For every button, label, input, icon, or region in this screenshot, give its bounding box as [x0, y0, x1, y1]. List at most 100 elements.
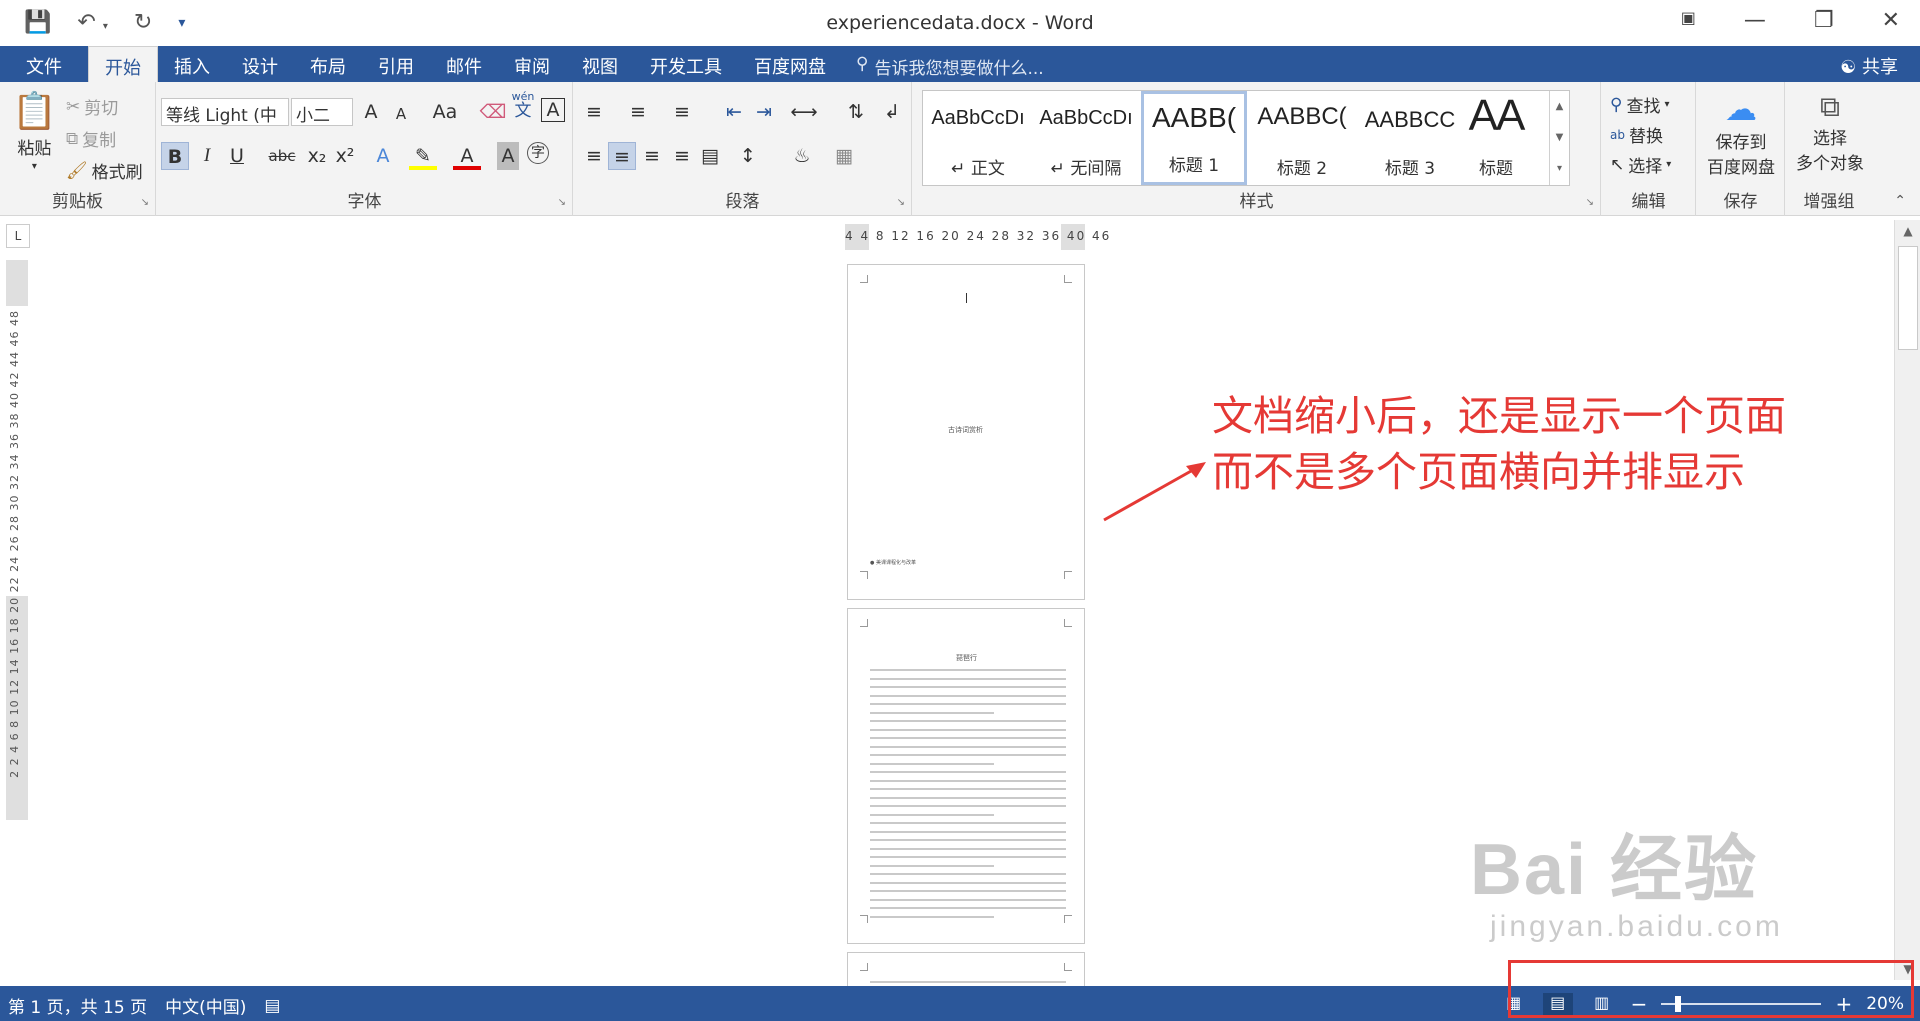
select-objects-icon: ⧉ — [1820, 90, 1840, 123]
save-to-baidu-button[interactable]: ☁ 保存到 百度网盘 — [1701, 90, 1781, 178]
tell-me-box[interactable]: ⚲ 告诉我您想要做什么... — [842, 46, 1052, 82]
annotation-text: 文档缩小后，还是显示一个页面 而不是多个页面横向并排显示 — [1212, 388, 1786, 500]
phonetic-guide-button[interactable]: wén 文 — [509, 90, 537, 120]
tab-layout[interactable]: 布局 — [294, 46, 362, 82]
scrollbar-thumb[interactable] — [1898, 246, 1918, 350]
document-page-2[interactable]: 琵琶行 — [847, 608, 1085, 944]
font-size-select[interactable]: 小二 — [291, 98, 353, 126]
font-group: 等线 Light (中 小二 A A Aa ⌫ wén 文 A B I U ab… — [157, 82, 573, 216]
crop-mark — [1064, 571, 1072, 579]
replace-button[interactable]: ab 替换 — [1610, 122, 1663, 147]
tab-baidu-netdisk[interactable]: 百度网盘 — [738, 46, 842, 82]
line-spacing-button[interactable]: ↕ — [734, 142, 762, 170]
tab-file[interactable]: 文件 — [0, 46, 88, 82]
bullets-button[interactable]: ≡ — [580, 98, 608, 126]
align-right-button[interactable]: ≡ — [638, 142, 666, 170]
close-icon[interactable]: ✕ — [1882, 8, 1900, 33]
tab-home[interactable]: 开始 — [88, 46, 158, 82]
share-button[interactable]: ☯ 共享 — [1840, 53, 1898, 79]
copy-button[interactable]: ⧉ 复制 — [66, 126, 116, 152]
tab-review[interactable]: 审阅 — [498, 46, 566, 82]
show-marks-button[interactable]: ↲ — [878, 98, 906, 126]
shading-button[interactable]: ♨ — [788, 142, 816, 170]
horizontal-ruler[interactable]: 4 4 8 12 16 20 24 28 32 36 40 46 — [845, 224, 1109, 250]
format-painter-button[interactable]: 🖌 格式刷 — [66, 158, 143, 184]
style-heading-1[interactable]: AABB( 标题 1 — [1141, 91, 1247, 185]
scroll-up-icon[interactable]: ▲ — [1895, 224, 1920, 238]
borders-button[interactable]: ▦ — [830, 142, 858, 170]
paragraph-dialog-launcher-icon[interactable]: ↘ — [897, 197, 905, 208]
decrease-indent-button[interactable]: ⇤ — [720, 98, 748, 126]
style-heading-2[interactable]: AABBC( 标题 2 — [1249, 91, 1355, 185]
select-button[interactable]: ↖ 选择 ▾ — [1610, 152, 1671, 178]
numbering-button[interactable]: ≡ — [624, 98, 652, 126]
font-dialog-launcher-icon[interactable]: ↘ — [558, 197, 566, 208]
collapse-ribbon-icon[interactable]: ⌃ — [1894, 193, 1906, 209]
font-color-button[interactable]: A — [453, 142, 481, 170]
tab-stop-selector[interactable]: L — [6, 224, 30, 248]
find-button[interactable]: ⚲ 查找 ▾ — [1610, 92, 1669, 118]
strikethrough-button[interactable]: abc — [265, 142, 299, 170]
align-center-button[interactable]: ≡ — [608, 142, 636, 170]
increase-indent-button[interactable]: ⇥ — [750, 98, 778, 126]
text-line — [870, 813, 994, 816]
increase-indent-icon: ⇥ — [756, 101, 772, 123]
style-no-spacing[interactable]: AaBbCcDı ↵ 无间隔 — [1033, 91, 1139, 185]
gallery-up-icon[interactable]: ▲ — [1550, 91, 1569, 122]
document-page-1[interactable]: 古诗词赏析 ● 美课课程化与改革 — [847, 264, 1085, 600]
text-line — [870, 754, 1066, 756]
language-status[interactable]: 中文(中国) — [165, 993, 246, 1018]
tab-design[interactable]: 设计 — [226, 46, 294, 82]
page-count-status[interactable]: 第 1 页，共 15 页 — [8, 993, 147, 1018]
cut-button[interactable]: ✂ 剪切 — [66, 94, 118, 120]
underline-icon: U — [230, 145, 244, 167]
dialog-launcher-icon[interactable]: ↘ — [141, 197, 149, 208]
enclose-characters-button[interactable]: 字 — [527, 142, 549, 164]
gallery-down-icon[interactable]: ▼ — [1550, 122, 1569, 153]
superscript-button[interactable]: x² — [331, 142, 359, 170]
subscript-button[interactable]: x₂ — [303, 142, 331, 170]
tab-developer[interactable]: 开发工具 — [634, 46, 738, 82]
highlight-button[interactable]: ✎ — [409, 142, 437, 170]
tab-mailings[interactable]: 邮件 — [430, 46, 498, 82]
shrink-font-button[interactable]: A — [387, 100, 415, 128]
font-name-select[interactable]: 等线 Light (中 — [161, 98, 289, 126]
gallery-more-icon[interactable]: ▾ — [1550, 153, 1569, 184]
style-sample: AA — [1468, 91, 1526, 140]
sort-button[interactable]: ⇅ — [842, 98, 870, 126]
select-multiple-objects-button[interactable]: ⧉ 选择 多个对象 — [1790, 90, 1870, 174]
clear-formatting-button[interactable]: ⌫ — [479, 98, 507, 126]
distributed-button[interactable]: ▤ — [696, 142, 724, 170]
styles-group-label: 样式 — [1239, 192, 1274, 212]
window-controls: ▣ — ❐ ✕ — [1681, 8, 1900, 33]
styles-dialog-launcher-icon[interactable]: ↘ — [1586, 197, 1594, 208]
justify-button[interactable]: ≡ — [668, 142, 696, 170]
italic-button[interactable]: I — [193, 142, 221, 170]
annotation-line-1: 文档缩小后，还是显示一个页面 — [1212, 392, 1786, 440]
paste-button[interactable]: 📋 粘贴 ▾ — [12, 90, 57, 172]
text-effects-button[interactable]: A — [369, 142, 397, 170]
vertical-scrollbar[interactable]: ▲ ▼ — [1894, 220, 1920, 980]
underline-button[interactable]: U — [223, 142, 251, 170]
tab-view[interactable]: 视图 — [566, 46, 634, 82]
text-line — [870, 898, 1066, 901]
tab-insert[interactable]: 插入 — [158, 46, 226, 82]
change-case-button[interactable]: Aa — [425, 98, 465, 126]
grow-font-button[interactable]: A — [357, 98, 385, 126]
align-left-button[interactable]: ≡ — [580, 142, 608, 170]
character-shading-button[interactable]: A — [497, 142, 519, 170]
highlighter-icon: ✎ — [415, 145, 431, 167]
style-normal[interactable]: AaBbCcDı ↵ 正文 — [925, 91, 1031, 185]
vertical-ruler[interactable]: 2 2 4 6 8 10 12 14 16 18 20 22 24 26 28 … — [6, 260, 28, 820]
chinese-layout-button[interactable]: ⟷ — [790, 98, 818, 126]
multilevel-list-button[interactable]: ≡ — [668, 98, 696, 126]
minimize-icon[interactable]: — — [1744, 8, 1766, 33]
bold-button[interactable]: B — [161, 142, 189, 170]
multilevel-list-icon: ≡ — [674, 101, 690, 123]
ribbon-display-options-icon[interactable]: ▣ — [1681, 8, 1696, 33]
character-border-button[interactable]: A — [541, 98, 565, 122]
macro-record-icon[interactable]: ▤ — [264, 996, 280, 1016]
tab-references[interactable]: 引用 — [362, 46, 430, 82]
restore-icon[interactable]: ❐ — [1814, 8, 1834, 33]
style-title[interactable]: AA 标题 — [1443, 91, 1549, 185]
